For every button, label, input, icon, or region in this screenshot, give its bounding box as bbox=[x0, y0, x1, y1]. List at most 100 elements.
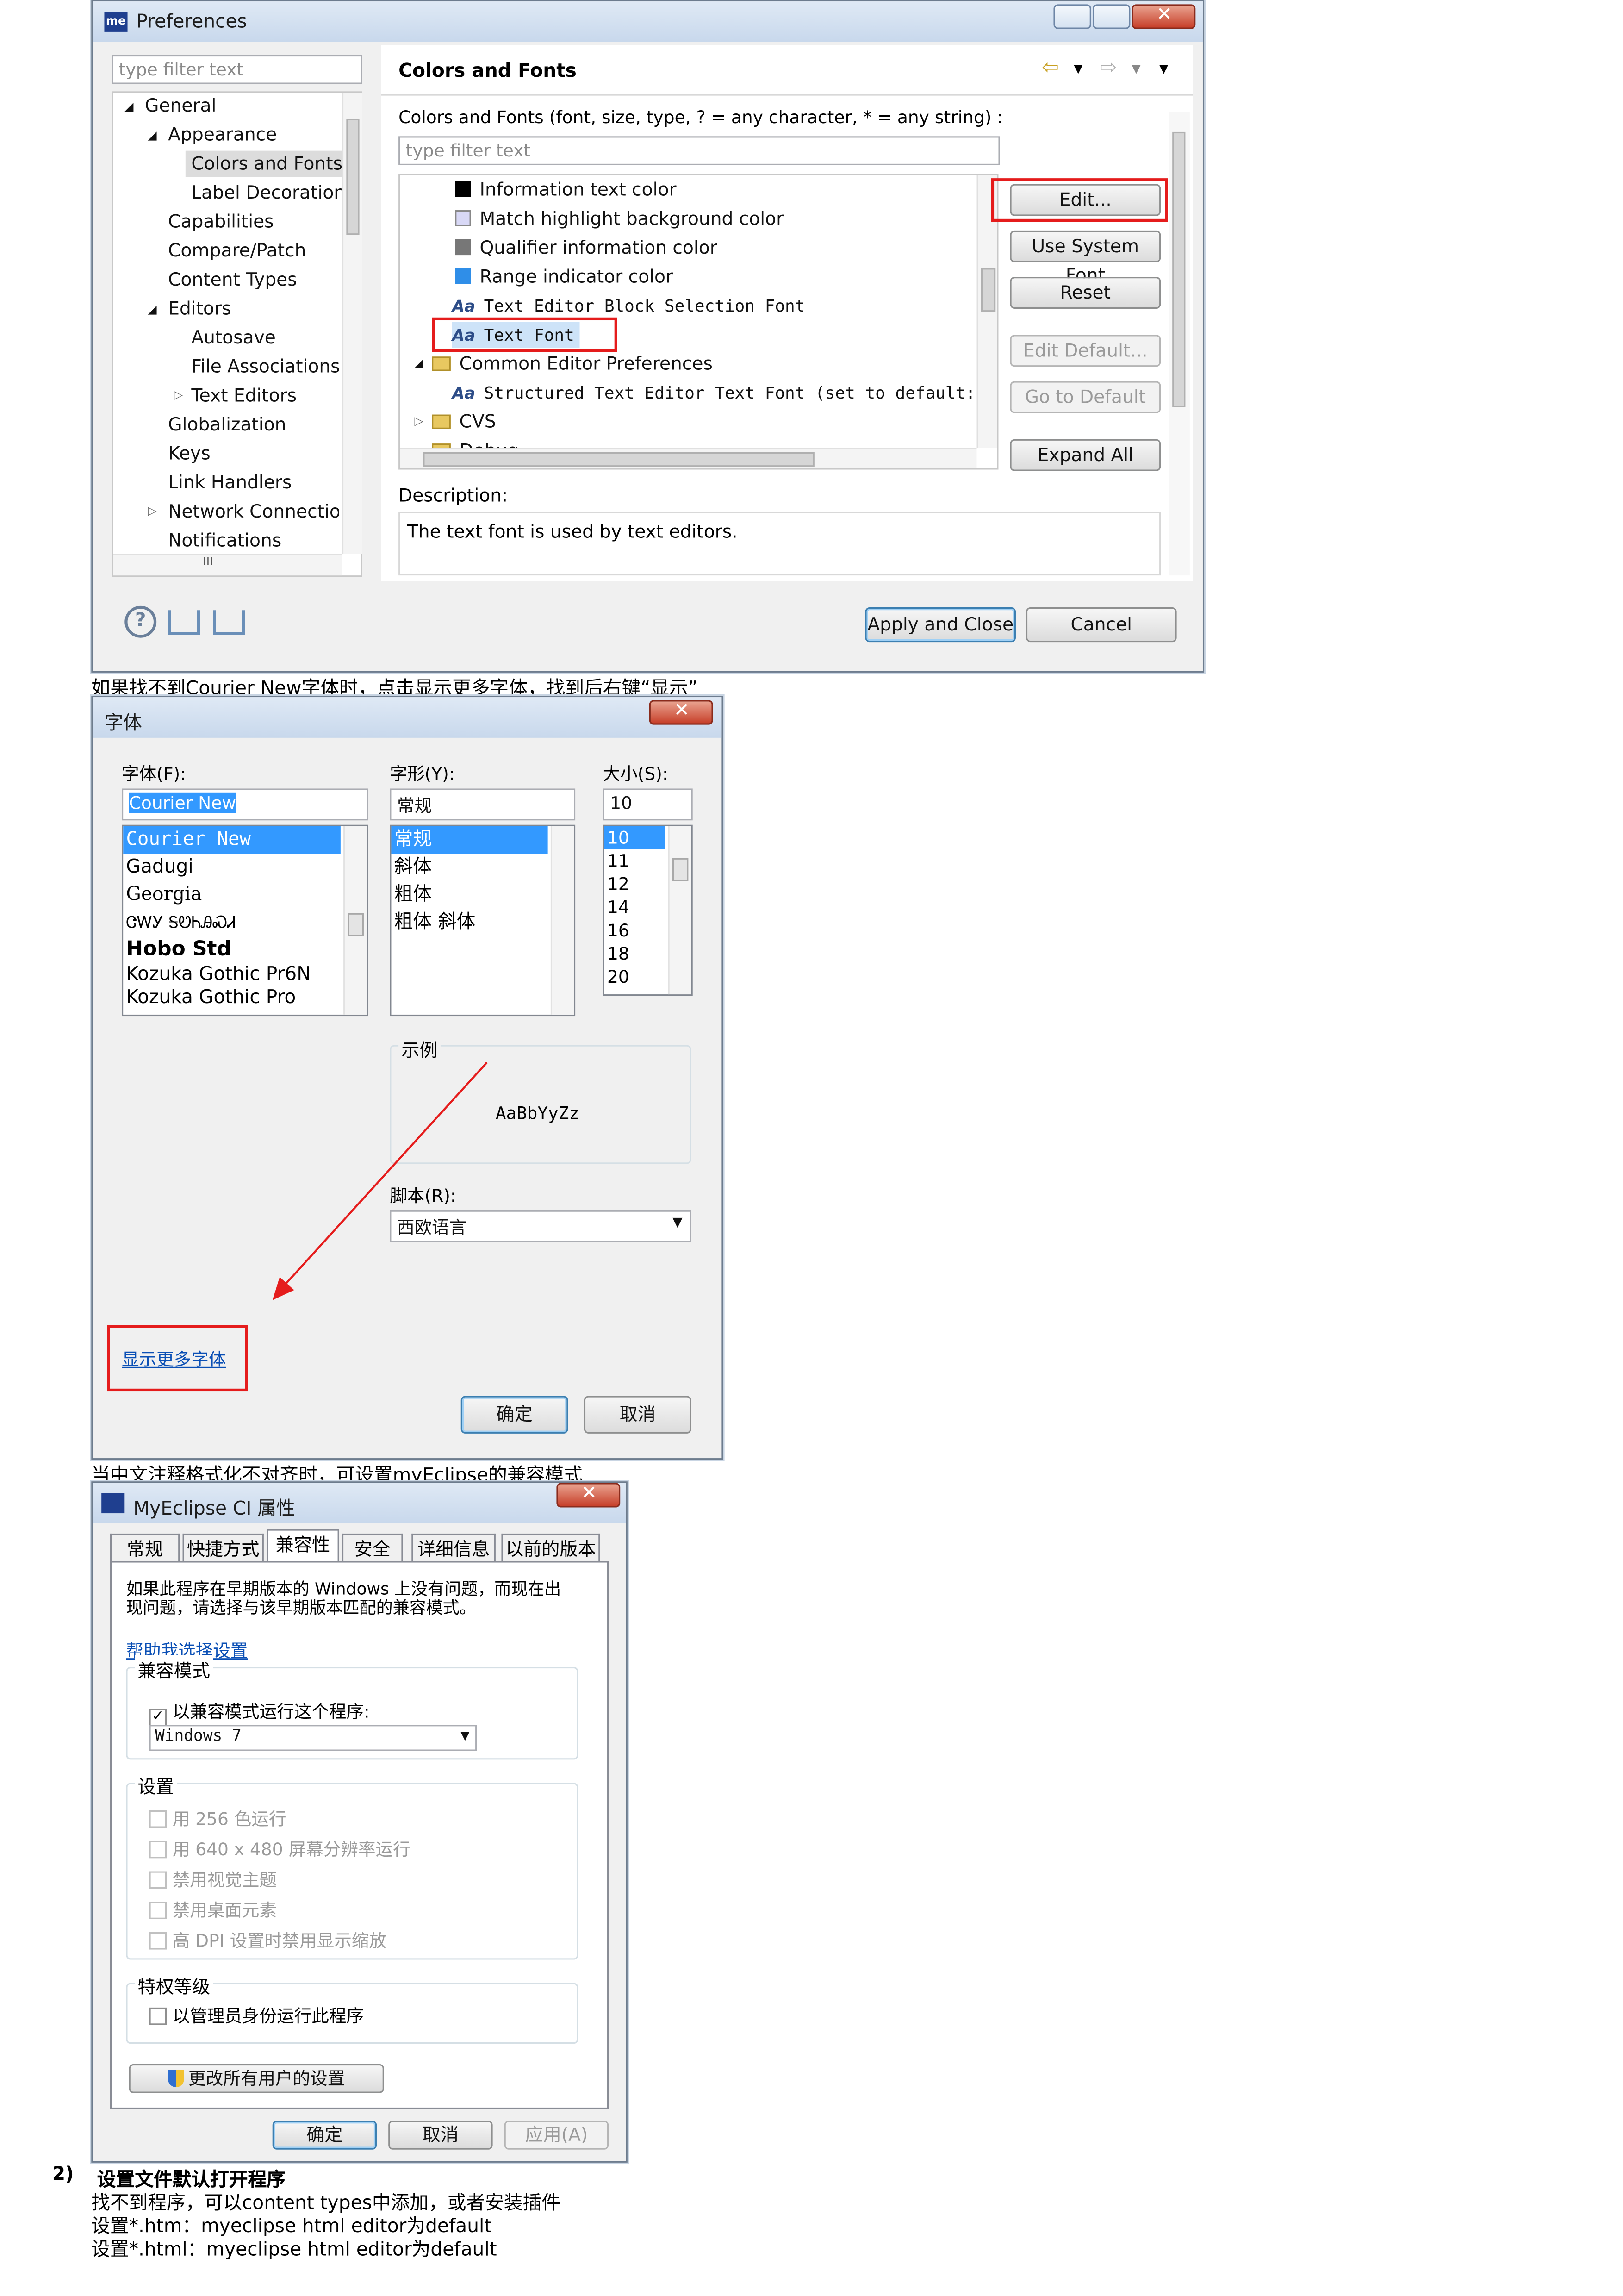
maximize-button[interactable] bbox=[1093, 4, 1131, 29]
folder-icon bbox=[432, 356, 451, 371]
cancel-button[interactable]: 取消 bbox=[388, 2121, 493, 2150]
tab-compatibility[interactable]: 兼容性 bbox=[267, 1529, 339, 1564]
scroll-thumb[interactable] bbox=[981, 268, 996, 312]
tree-item-file-associations[interactable]: File Associations bbox=[191, 354, 340, 380]
apply-and-close-button[interactable]: Apply and Close bbox=[865, 607, 1016, 643]
tab-security[interactable]: 安全 bbox=[342, 1533, 403, 1563]
tree-item-autosave[interactable]: Autosave bbox=[191, 324, 276, 350]
expand-all-button[interactable]: Expand All bbox=[1010, 439, 1161, 471]
close-button[interactable]: ✕ bbox=[1132, 4, 1196, 29]
color-swatch-icon bbox=[455, 239, 471, 256]
tree-arrow-icon[interactable]: ◢ bbox=[148, 123, 156, 149]
view-menu-icon[interactable]: ▼ bbox=[1159, 62, 1168, 75]
close-button[interactable]: ✕ bbox=[556, 1483, 621, 1508]
page-vertical-scrollbar[interactable] bbox=[1169, 112, 1190, 576]
cancel-button[interactable]: 取消 bbox=[584, 1396, 691, 1434]
go-to-default-button[interactable]: Go to Default bbox=[1010, 381, 1161, 413]
checkbox-icon bbox=[149, 1841, 167, 1859]
preference-tree: ◢ General ◢ Appearance Colors and Fonts … bbox=[112, 91, 362, 577]
tree-horizontal-scrollbar[interactable]: III bbox=[113, 554, 342, 576]
color-swatch-icon bbox=[455, 268, 471, 284]
setting-disable-visual-themes[interactable]: 禁用视觉主题 bbox=[149, 1867, 277, 1891]
ok-button[interactable]: 确定 bbox=[272, 2121, 377, 2150]
right-panel: Colors and Fonts ⇦ ▼ ⇨ ▼ ▼ Colors and Fo… bbox=[381, 45, 1193, 581]
tree-arrow-icon[interactable]: ◢ bbox=[148, 297, 156, 323]
tree-item-content-types[interactable]: Content Types bbox=[168, 267, 297, 293]
list-horizontal-scrollbar[interactable] bbox=[400, 448, 977, 468]
description-text: The text font is used by text editors. bbox=[407, 520, 738, 543]
item-common-editor-prefs[interactable]: Common Editor Preferences bbox=[460, 352, 713, 374]
section-line: 设置*.html：myeclipse html editor为default bbox=[91, 2239, 497, 2261]
forward-arrow-icon[interactable]: ⇨ bbox=[1100, 56, 1117, 80]
tree-item-general[interactable]: General bbox=[145, 93, 216, 119]
scroll-thumb[interactable] bbox=[1172, 131, 1186, 407]
tree-arrow-icon[interactable]: ▷ bbox=[174, 383, 183, 409]
import-icon[interactable] bbox=[168, 610, 200, 635]
tree-arrow-icon[interactable]: ◢ bbox=[124, 94, 133, 120]
tree-item-text-editors[interactable]: Text Editors bbox=[191, 383, 297, 409]
item-information-text-color[interactable]: Information text color bbox=[479, 178, 676, 200]
tree-item-compare-patch[interactable]: Compare/Patch bbox=[168, 238, 306, 264]
tree-item-link-handlers[interactable]: Link Handlers bbox=[168, 470, 292, 496]
description-label: Description: bbox=[398, 484, 508, 506]
tab-details[interactable]: 详细信息 bbox=[411, 1533, 496, 1563]
use-system-font-button[interactable]: Use System Font bbox=[1010, 230, 1161, 286]
cancel-button[interactable]: Cancel bbox=[1026, 607, 1177, 643]
tree-item-keys[interactable]: Keys bbox=[168, 441, 210, 467]
compat-panel: 如果此程序在早期版本的 Windows 上没有问题，而现在出 现问题，请选择与该… bbox=[110, 1561, 609, 2109]
tree-item-network-connections[interactable]: Network Connections bbox=[168, 499, 339, 524]
preferences-window: me Preferences ✕ type filter text ◢ Gene… bbox=[91, 0, 1205, 673]
tab-shortcut[interactable]: 快捷方式 bbox=[182, 1533, 264, 1563]
item-range-indicator-color[interactable]: Range indicator color bbox=[479, 265, 673, 287]
properties-body: 常规 快捷方式 兼容性 安全 详细信息 以前的版本 如果此程序在早期版本的 Wi… bbox=[104, 1526, 614, 2152]
tree-item-globalization[interactable]: Globalization bbox=[168, 412, 286, 437]
item-structured-font[interactable]: Structured Text Editor Text Font (set to… bbox=[484, 383, 976, 403]
tab-general[interactable]: 常规 bbox=[110, 1533, 180, 1563]
setting-disable-desktop[interactable]: 禁用桌面元素 bbox=[149, 1897, 277, 1922]
settings-label: 设置 bbox=[135, 1771, 177, 1799]
tab-previous-versions[interactable]: 以前的版本 bbox=[501, 1533, 600, 1563]
tree-item-appearance[interactable]: Appearance bbox=[168, 122, 277, 148]
tree-item-label-decorations[interactable]: Label Decorations bbox=[191, 180, 354, 206]
item-cvs[interactable]: CVS bbox=[460, 410, 496, 432]
change-all-users-button[interactable]: 更改所有用户的设置 bbox=[129, 2064, 384, 2093]
inner-filter-input[interactable]: type filter text bbox=[398, 136, 1000, 165]
run-as-admin-checkbox[interactable]: 以管理员身份运行此程序 bbox=[149, 2003, 364, 2028]
item-qualifier-info-color[interactable]: Qualifier information color bbox=[479, 236, 717, 258]
setting-256-colors[interactable]: 用 256 色运行 bbox=[149, 1806, 286, 1831]
tree-vertical-scrollbar[interactable] bbox=[342, 93, 362, 554]
window-title: Preferences bbox=[136, 12, 247, 34]
back-dropdown-icon[interactable]: ▼ bbox=[1074, 62, 1082, 75]
tree-arrow-icon[interactable]: ◢ bbox=[415, 351, 423, 377]
minimize-button[interactable] bbox=[1053, 4, 1091, 29]
export-icon[interactable] bbox=[213, 610, 245, 635]
reset-button[interactable]: Reset bbox=[1010, 277, 1161, 309]
tree-item-colors-fonts[interactable]: Colors and Fonts bbox=[185, 150, 348, 177]
scroll-thumb[interactable] bbox=[346, 119, 360, 235]
tree-item-capabilities[interactable]: Capabilities bbox=[168, 209, 274, 235]
tree-item-editors[interactable]: Editors bbox=[168, 296, 231, 322]
close-icon: ✕ bbox=[1156, 4, 1172, 26]
help-icon[interactable]: ? bbox=[124, 605, 157, 638]
properties-dialog: MyEclipse CI 属性 ✕ 常规 快捷方式 兼容性 安全 详细信息 以前… bbox=[91, 1481, 628, 2163]
edit-default-button[interactable]: Edit Default... bbox=[1010, 335, 1161, 367]
forward-dropdown-icon[interactable]: ▼ bbox=[1132, 62, 1141, 75]
tree-item-notifications[interactable]: Notifications bbox=[168, 528, 281, 554]
apply-button[interactable]: 应用(A) bbox=[504, 2121, 609, 2150]
compat-os-select[interactable]: Windows 7 ▼ bbox=[149, 1725, 477, 1751]
filter-input[interactable]: type filter text bbox=[112, 55, 362, 84]
close-button[interactable]: ✕ bbox=[649, 700, 713, 725]
tree-arrow-icon[interactable]: ▷ bbox=[415, 409, 423, 435]
item-match-highlight-bg[interactable]: Match highlight background color bbox=[479, 207, 784, 229]
dialog-title: 字体 bbox=[104, 713, 142, 735]
scroll-thumb[interactable] bbox=[423, 452, 815, 467]
tree-arrow-icon[interactable]: ▷ bbox=[148, 499, 156, 524]
back-arrow-icon[interactable]: ⇦ bbox=[1042, 56, 1059, 80]
setting-high-dpi[interactable]: 高 DPI 设置时禁用显示缩放 bbox=[149, 1928, 386, 1953]
item-block-selection-font[interactable]: Text Editor Block Selection Font bbox=[484, 296, 805, 316]
checkbox-icon bbox=[149, 1902, 167, 1919]
setting-640x480[interactable]: 用 640 x 480 屏幕分辨率运行 bbox=[149, 1836, 410, 1861]
myeclipse-logo-icon: me bbox=[104, 12, 128, 32]
ok-button[interactable]: 确定 bbox=[460, 1396, 568, 1434]
compat-checkbox[interactable]: ✓ 以兼容模式运行这个程序: bbox=[149, 1699, 370, 1727]
